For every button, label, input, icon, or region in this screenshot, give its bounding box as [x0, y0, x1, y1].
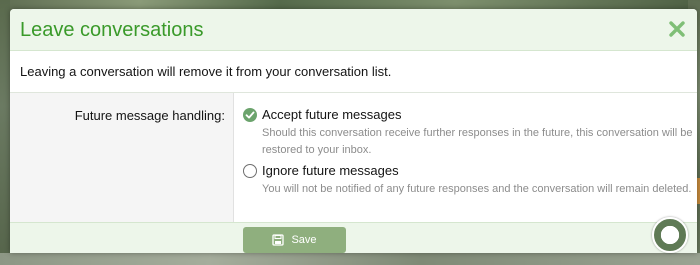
ignore-option-description: You will not be notified of any future r… [262, 183, 692, 195]
backdrop-left [0, 0, 10, 265]
future-message-row: Future message handling: Accept future m… [10, 92, 697, 223]
save-button-label: Save [291, 234, 317, 246]
dialog-intro: Leaving a conversation will remove it fr… [20, 64, 392, 79]
dialog-footer: Save [10, 222, 697, 253]
accept-radio[interactable] [243, 108, 257, 122]
accept-option-label[interactable]: Accept future messages [262, 107, 401, 122]
dialog-header: Leave conversations [10, 9, 697, 51]
accept-option-description: Should this conversation receive further… [262, 127, 693, 156]
save-button[interactable]: Save [243, 227, 346, 253]
site-badge-logo [652, 217, 688, 253]
leave-conversations-dialog: Leave conversations Leaving a conversati… [10, 9, 697, 253]
future-message-label: Future message handling: [74, 108, 225, 123]
ignore-radio[interactable] [243, 164, 257, 178]
check-icon [245, 111, 255, 119]
close-icon [669, 21, 685, 37]
save-icon [272, 234, 285, 246]
form-label-column: Future message handling: [10, 93, 234, 223]
dialog-title: Leave conversations [20, 19, 204, 41]
close-button[interactable] [669, 21, 685, 37]
backdrop-bottom [0, 253, 700, 265]
ignore-option-label[interactable]: Ignore future messages [262, 163, 399, 178]
